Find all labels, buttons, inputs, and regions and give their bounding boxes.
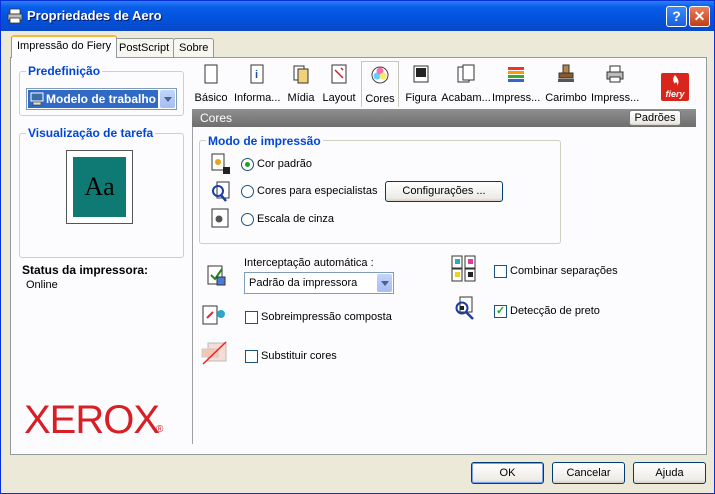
printer-status-label: Status da impressora: bbox=[22, 263, 149, 277]
printer-icon bbox=[7, 8, 23, 24]
trapping-icon bbox=[207, 265, 226, 286]
toolbar-label: Impress... bbox=[492, 92, 541, 104]
panel-header: Cores bbox=[192, 109, 696, 127]
color-page-icon bbox=[211, 153, 230, 174]
preview-text: Aa bbox=[84, 172, 115, 201]
preset-title: Predefinição bbox=[26, 64, 103, 78]
toolbar-stamp[interactable]: Carimbo bbox=[545, 63, 587, 104]
replace-colors-icon bbox=[201, 341, 227, 365]
composite-overprint-label: Sobreimpressão composta bbox=[261, 311, 392, 323]
finishing-icon bbox=[457, 64, 475, 83]
preview-image: Aa bbox=[73, 157, 126, 217]
auto-trapping-value: Padrão da impressora bbox=[249, 277, 358, 289]
computer-icon bbox=[30, 92, 44, 106]
color-standard-label: Cor padrão bbox=[257, 158, 313, 170]
registered-mark: ® bbox=[156, 424, 164, 435]
image-icon bbox=[413, 65, 429, 83]
grayscale-icon bbox=[211, 208, 229, 228]
fiery-logo-text: fiery bbox=[665, 89, 685, 99]
xerox-logo: XEROX bbox=[24, 398, 160, 442]
toolbar-print-stack[interactable]: Impress... bbox=[492, 63, 540, 104]
toolbar-image[interactable]: Figura bbox=[404, 63, 438, 104]
printer-status-value: Online bbox=[26, 279, 58, 291]
expert-colors-radio[interactable] bbox=[241, 185, 254, 198]
composite-overprint-checkbox[interactable] bbox=[245, 311, 258, 324]
color-standard-radio[interactable] bbox=[241, 158, 254, 171]
media-icon bbox=[293, 65, 309, 84]
close-button[interactable]: ✕ bbox=[689, 6, 710, 27]
stamp-icon bbox=[558, 64, 574, 82]
toolbar-colors[interactable]: Cores bbox=[361, 61, 399, 107]
cancel-button[interactable]: Cancelar bbox=[552, 462, 625, 484]
toolbar-finishing[interactable]: Acabam... bbox=[441, 63, 491, 104]
black-detection-icon bbox=[455, 296, 474, 320]
printer-icon bbox=[606, 65, 624, 83]
replace-colors-label: Substituir cores bbox=[261, 350, 337, 362]
overprint-icon bbox=[202, 305, 225, 325]
toolbar-label: Básico bbox=[194, 92, 228, 104]
toolbar-label: Mídia bbox=[287, 92, 315, 104]
combine-separations-checkbox[interactable] bbox=[494, 265, 507, 278]
tab-fiery-printing[interactable]: Impressão do Fiery bbox=[11, 35, 118, 58]
toolbar-label: Layout bbox=[322, 92, 356, 104]
toolbar-label: Cores bbox=[365, 93, 395, 105]
flame-icon bbox=[673, 75, 679, 86]
page-icon bbox=[204, 64, 218, 84]
toolbar-label: Figura bbox=[405, 92, 437, 104]
print-stack-icon bbox=[508, 67, 524, 82]
replace-colors-checkbox[interactable] bbox=[245, 350, 258, 363]
grayscale-label: Escala de cinza bbox=[257, 213, 335, 225]
toolbar-label: Acabam... bbox=[441, 92, 491, 104]
black-detection-checkbox[interactable] bbox=[494, 304, 507, 318]
toolbar-basic[interactable]: Básico bbox=[193, 63, 229, 104]
tab-about[interactable]: Sobre bbox=[173, 38, 215, 57]
toolbar-layout[interactable]: Layout bbox=[321, 63, 357, 104]
auto-trapping-label: Interceptação automática : bbox=[244, 257, 374, 269]
properties-dialog: Propriedades de Aero ? ✕ Impressão do Fi… bbox=[0, 0, 715, 494]
combine-separations-label: Combinar separações bbox=[510, 265, 618, 277]
panel-title: Cores bbox=[200, 111, 233, 125]
configurations-button[interactable]: Configurações ... bbox=[385, 181, 503, 202]
chevron-down-icon[interactable] bbox=[377, 274, 392, 292]
grayscale-radio[interactable] bbox=[241, 213, 254, 226]
color-wheel-icon bbox=[371, 66, 389, 84]
layout-icon bbox=[331, 64, 347, 84]
tab-postscript[interactable]: PostScript bbox=[113, 38, 176, 57]
panel-border-left bbox=[192, 127, 193, 444]
info-icon: i bbox=[250, 64, 264, 84]
fiery-logo: fiery bbox=[661, 73, 689, 101]
help-title-button[interactable]: ? bbox=[666, 6, 687, 27]
chevron-down-icon[interactable] bbox=[160, 90, 175, 108]
toolbar-printer[interactable]: Impress... bbox=[591, 63, 639, 104]
preset-select[interactable]: Modelo de trabalho bbox=[26, 88, 177, 110]
expert-color-icon bbox=[212, 181, 230, 202]
preset-value: Modelo de trabalho bbox=[46, 92, 157, 106]
help-button[interactable]: Ajuda bbox=[633, 462, 706, 484]
separations-icon bbox=[451, 255, 476, 282]
toolbar-label: Informa... bbox=[234, 92, 281, 104]
print-mode-title: Modo de impressão bbox=[206, 134, 323, 148]
title-bar[interactable]: Propriedades de Aero ? ✕ bbox=[1, 1, 714, 31]
defaults-button[interactable]: Padrões bbox=[629, 110, 681, 126]
toolbar-info[interactable]: i Informa... bbox=[234, 63, 280, 104]
toolbar-media[interactable]: Mídia bbox=[285, 63, 317, 104]
toolbar-label: Impress... bbox=[591, 92, 640, 104]
ok-button[interactable]: OK bbox=[471, 462, 544, 484]
expert-colors-label: Cores para especialistas bbox=[257, 185, 378, 197]
job-preview-page: Aa bbox=[66, 150, 133, 224]
svg-text:i: i bbox=[255, 69, 258, 81]
window-title: Propriedades de Aero bbox=[27, 8, 162, 23]
job-preview-title: Visualização de tarefa bbox=[26, 126, 156, 140]
black-detection-label: Detecção de preto bbox=[510, 305, 600, 317]
toolbar-label: Carimbo bbox=[545, 92, 587, 104]
auto-trapping-select[interactable]: Padrão da impressora bbox=[244, 272, 394, 294]
